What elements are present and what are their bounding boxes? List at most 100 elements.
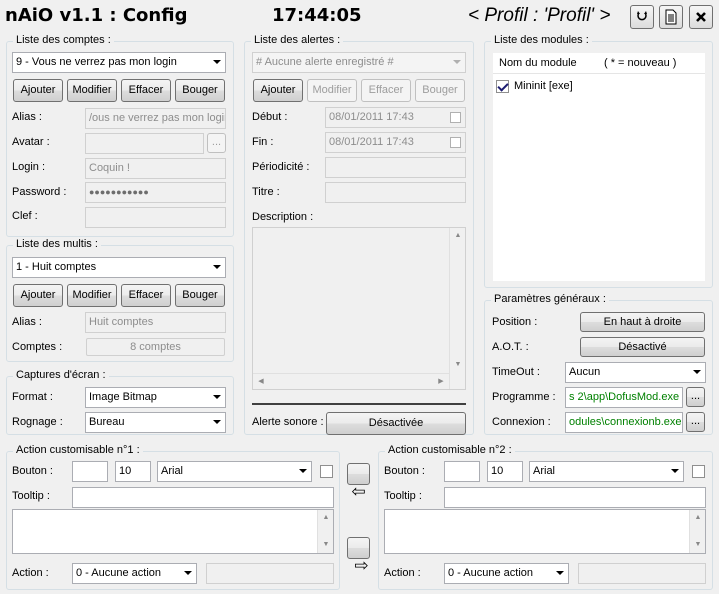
action2-button-label: Bouton : <box>384 465 425 477</box>
multi-alias-field[interactable]: Huit comptes <box>85 312 226 333</box>
action2-action-param-field[interactable] <box>578 563 706 584</box>
action2-textarea[interactable]: ▲ ▼ <box>384 509 706 554</box>
action2-button-text-field[interactable] <box>444 461 480 482</box>
chevron-down-icon <box>299 469 307 473</box>
profile-title: < Profil : 'Profil' > <box>468 5 611 26</box>
action1-action-param-field[interactable] <box>206 563 334 584</box>
accounts-edit-button[interactable]: Modifier <box>67 79 117 102</box>
action2-tooltip-field[interactable] <box>444 487 706 508</box>
action1-textarea[interactable]: ▲ ▼ <box>12 509 334 554</box>
multis-delete-button[interactable]: Effacer <box>121 284 171 307</box>
action2-font-select[interactable]: Arial <box>529 461 684 482</box>
sound-alert-label: Alerte sonore : <box>252 416 324 428</box>
alerts-select[interactable]: # Aucune alerte enregistré # <box>252 52 466 73</box>
multis-move-button[interactable]: Bouger <box>175 284 225 307</box>
multi-count-field: 8 comptes <box>86 338 225 356</box>
modules-legend: Liste des modules : <box>491 34 592 46</box>
alerts-move-button[interactable]: Bouger <box>415 79 465 102</box>
chevron-down-icon <box>453 60 461 64</box>
module-item[interactable]: Mininit [exe] <box>496 79 696 95</box>
scroll-down-icon: ▼ <box>454 361 462 368</box>
sound-alert-button[interactable]: Désactivée <box>326 412 466 435</box>
action1-tooltip-field[interactable] <box>72 487 334 508</box>
action2-font-size-field[interactable]: 10 <box>487 461 523 482</box>
multis-select[interactable]: 1 - Huit comptes <box>12 257 226 278</box>
action1-font-select[interactable]: Arial <box>157 461 312 482</box>
action1-button-label: Bouton : <box>12 465 53 477</box>
action1-font-size-field[interactable]: 10 <box>115 461 151 482</box>
chevron-down-icon <box>693 370 701 374</box>
horizontal-scrollbar[interactable]: ◀ ▶ <box>253 373 449 389</box>
accounts-select[interactable]: 9 - Vous ne verrez pas mon login <box>12 52 226 73</box>
description-textarea[interactable]: ▲ ▼ ◀ ▶ <box>252 227 466 390</box>
action2-checkbox[interactable] <box>692 465 705 478</box>
connection-browse-button[interactable]: ... <box>686 412 705 432</box>
accounts-delete-button[interactable]: Effacer <box>121 79 171 102</box>
alias-label: Alias : <box>12 111 42 123</box>
scroll-down-icon: ▼ <box>694 541 702 548</box>
action1-checkbox[interactable] <box>320 465 333 478</box>
chevron-down-icon <box>671 469 679 473</box>
program-label: Programme : <box>492 391 556 403</box>
aot-button[interactable]: Désactivé <box>580 337 705 357</box>
timeout-select[interactable]: Aucun <box>565 362 706 383</box>
multi-alias-label: Alias : <box>12 316 42 328</box>
periodicity-field[interactable] <box>325 157 466 178</box>
login-field[interactable]: Coquin ! <box>85 158 226 179</box>
modules-list[interactable]: Nom du module ( * = nouveau ) Mininit [e… <box>492 52 706 282</box>
chevron-down-icon <box>184 571 192 575</box>
aot-label: A.O.T. : <box>492 341 529 353</box>
close-button[interactable] <box>689 5 713 29</box>
multis-add-button[interactable]: Ajouter <box>13 284 63 307</box>
format-label: Format : <box>12 391 53 403</box>
multis-legend: Liste des multis : <box>13 238 101 250</box>
position-button[interactable]: En haut à droite <box>580 312 705 332</box>
action1-action-select[interactable]: 0 - Aucune action <box>72 563 197 584</box>
vertical-scrollbar[interactable]: ▲ ▼ <box>689 510 705 553</box>
connection-field[interactable]: odules\connexionb.exe <box>565 412 683 433</box>
alert-title-field[interactable] <box>325 182 466 203</box>
key-label: Clef : <box>12 210 38 222</box>
chevron-down-icon <box>556 571 564 575</box>
module-name-column[interactable]: Nom du module <box>499 57 577 69</box>
password-field[interactable]: ●●●●●●●●●●● <box>85 182 226 203</box>
program-browse-button[interactable]: ... <box>686 387 705 407</box>
crop-select[interactable]: Bureau <box>85 412 226 433</box>
alerts-edit-button[interactable]: Modifier <box>307 79 357 102</box>
general-settings-legend: Paramètres généraux : <box>491 293 609 305</box>
refresh-icon <box>637 11 647 21</box>
end-datetime[interactable]: 08/01/2011 17:43 <box>325 132 466 153</box>
description-label: Description : <box>252 211 314 223</box>
alerts-add-button[interactable]: Ajouter <box>253 79 303 102</box>
avatar-browse-button[interactable]: ... <box>207 133 226 153</box>
format-select[interactable]: Image Bitmap <box>85 387 226 408</box>
custom-action-1-legend: Action customisable n°1 : <box>13 444 143 456</box>
accounts-move-button[interactable]: Bouger <box>175 79 225 102</box>
vertical-scrollbar[interactable]: ▲ ▼ <box>317 510 333 553</box>
accounts-add-button[interactable]: Ajouter <box>13 79 63 102</box>
multis-edit-button[interactable]: Modifier <box>67 284 117 307</box>
action1-tooltip-label: Tooltip : <box>12 490 50 502</box>
action2-action-select[interactable]: 0 - Aucune action <box>444 563 569 584</box>
action1-button-text-field[interactable] <box>72 461 108 482</box>
start-label: Début : <box>252 111 288 123</box>
notes-button[interactable] <box>659 5 683 29</box>
profile-name: 'Profil' <box>543 5 595 26</box>
alerts-delete-button[interactable]: Effacer <box>361 79 411 102</box>
vertical-scrollbar[interactable]: ▲ ▼ <box>449 228 465 389</box>
start-datetime[interactable]: 08/01/2011 17:43 <box>325 107 466 128</box>
alias-field[interactable]: /ous ne verrez pas mon login <box>85 108 226 129</box>
chevron-down-icon <box>213 265 221 269</box>
program-field[interactable]: s 2\app\DofusMod.exe <box>565 387 683 408</box>
refresh-button[interactable] <box>630 5 654 29</box>
checkbox-icon <box>450 112 461 123</box>
clock: 17:44:05 <box>272 5 362 26</box>
action2-tooltip-label: Tooltip : <box>384 490 422 502</box>
scroll-up-icon: ▲ <box>454 232 462 239</box>
key-field[interactable] <box>85 207 226 228</box>
module-checkbox[interactable] <box>496 80 509 93</box>
avatar-field[interactable] <box>85 133 204 154</box>
periodicity-label: Périodicité : <box>252 161 310 173</box>
chevron-down-icon <box>213 60 221 64</box>
custom-action-2-legend: Action customisable n°2 : <box>385 444 515 456</box>
